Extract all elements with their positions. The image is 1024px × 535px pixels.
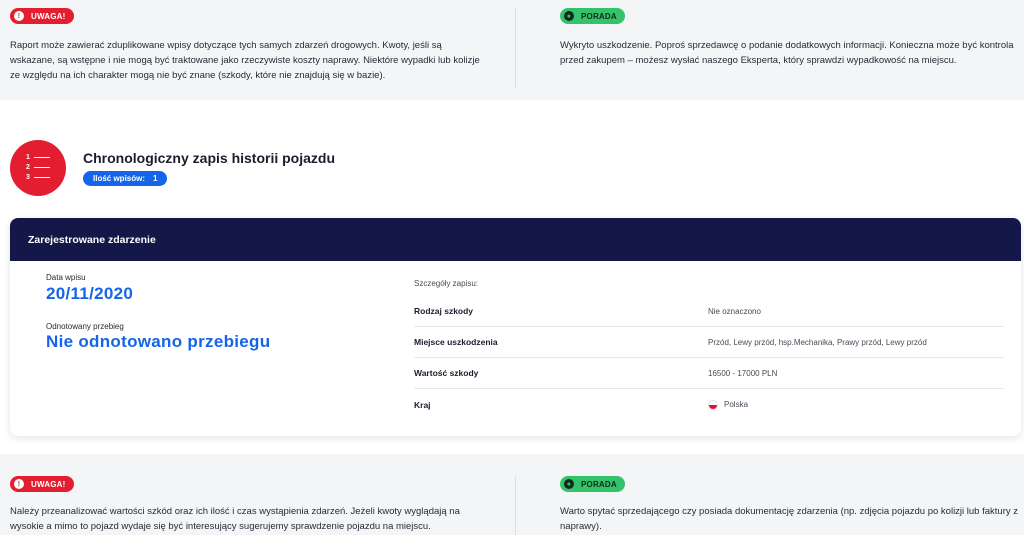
event-card-header: Zarejestrowane zdarzenie [10,218,1021,261]
tip-badge-label: PORADA [581,479,617,489]
tip-text: Wykryto uszkodzenie. Poproś sprzedawcę o… [560,40,1014,66]
warning-badge-label: UWAGA! [31,11,66,21]
tip-badge: ● PORADA [560,476,625,492]
entry-date-label: Data wpisu [46,273,86,282]
bottom-notes-band: ! UWAGA! Należy przeanalizować wartości … [0,454,1024,535]
divider [515,476,516,535]
top-tip-note: ● PORADA Wykryto uszkodzenie. Poproś spr… [560,0,1020,100]
warning-badge: ! UWAGA! [10,8,74,24]
detail-value: Przód, Lewy przód, hsp.Mechanika, Prawy … [708,337,927,347]
divider [515,8,516,88]
event-card: Zarejestrowane zdarzenie Data wpisu 20/1… [10,218,1021,436]
warning-text: Należy przeanalizować wartości szkód ora… [10,506,460,532]
lightbulb-icon: ● [564,11,574,21]
bottom-tip-note: ● PORADA Warto spytać sprzedającego czy … [560,454,1020,535]
bottom-warning-note: ! UWAGA! Należy przeanalizować wartości … [10,454,488,535]
tip-text: Warto spytać sprzedającego czy posiada d… [560,506,1018,532]
lightbulb-icon: ● [564,479,574,489]
entries-count-value: 1 [153,174,158,183]
country-name: Polska [724,400,749,409]
detail-key: Miejsce uszkodzenia [414,337,498,347]
history-title: Chronologiczny zapis historii pojazdu [83,150,336,166]
tip-badge-label: PORADA [581,11,617,21]
detail-key: Kraj [414,399,431,410]
detail-value: 16500 - 17000 PLN [708,368,778,378]
warning-badge: ! UWAGA! [10,476,74,492]
detail-key: Rodzaj szkody [414,306,474,316]
poland-flag-icon [708,399,718,410]
detail-row-damage-value: Wartość szkody 16500 - 17000 PLN [414,358,1004,389]
top-warning-note: ! UWAGA! Raport może zawierać zduplikowa… [10,0,488,100]
details-label: Szczegóły zapisu: [414,279,479,288]
tip-badge: ● PORADA [560,8,625,24]
entries-count-label: Ilość wpisów: [93,174,146,183]
exclamation-icon: ! [14,479,24,489]
detail-row-damage-type: Rodzaj szkody Nie oznaczono [414,296,1004,327]
numbered-list-icon: 1 2 3 [10,140,66,196]
entry-date-value: 20/11/2020 [46,284,134,303]
detail-row-damage-location: Miejsce uszkodzenia Przód, Lewy przód, h… [414,327,1004,358]
warning-text: Raport może zawierać zduplikowane wpisy … [10,40,480,81]
detail-row-country: Kraj Polska [414,389,1004,420]
top-notes-band: ! UWAGA! Raport może zawierać zduplikowa… [0,0,1024,100]
warning-badge-label: UWAGA! [31,479,66,489]
entries-count-badge: Ilość wpisów: 1 [83,171,168,186]
detail-value-country: Polska [708,399,749,410]
detail-value: Nie oznaczono [708,306,761,316]
mileage-label: Odnotowany przebieg [46,322,124,331]
detail-key: Wartość szkody [414,368,479,378]
mileage-value: Nie odnotowano przebiegu [46,332,271,351]
exclamation-icon: ! [14,11,24,21]
